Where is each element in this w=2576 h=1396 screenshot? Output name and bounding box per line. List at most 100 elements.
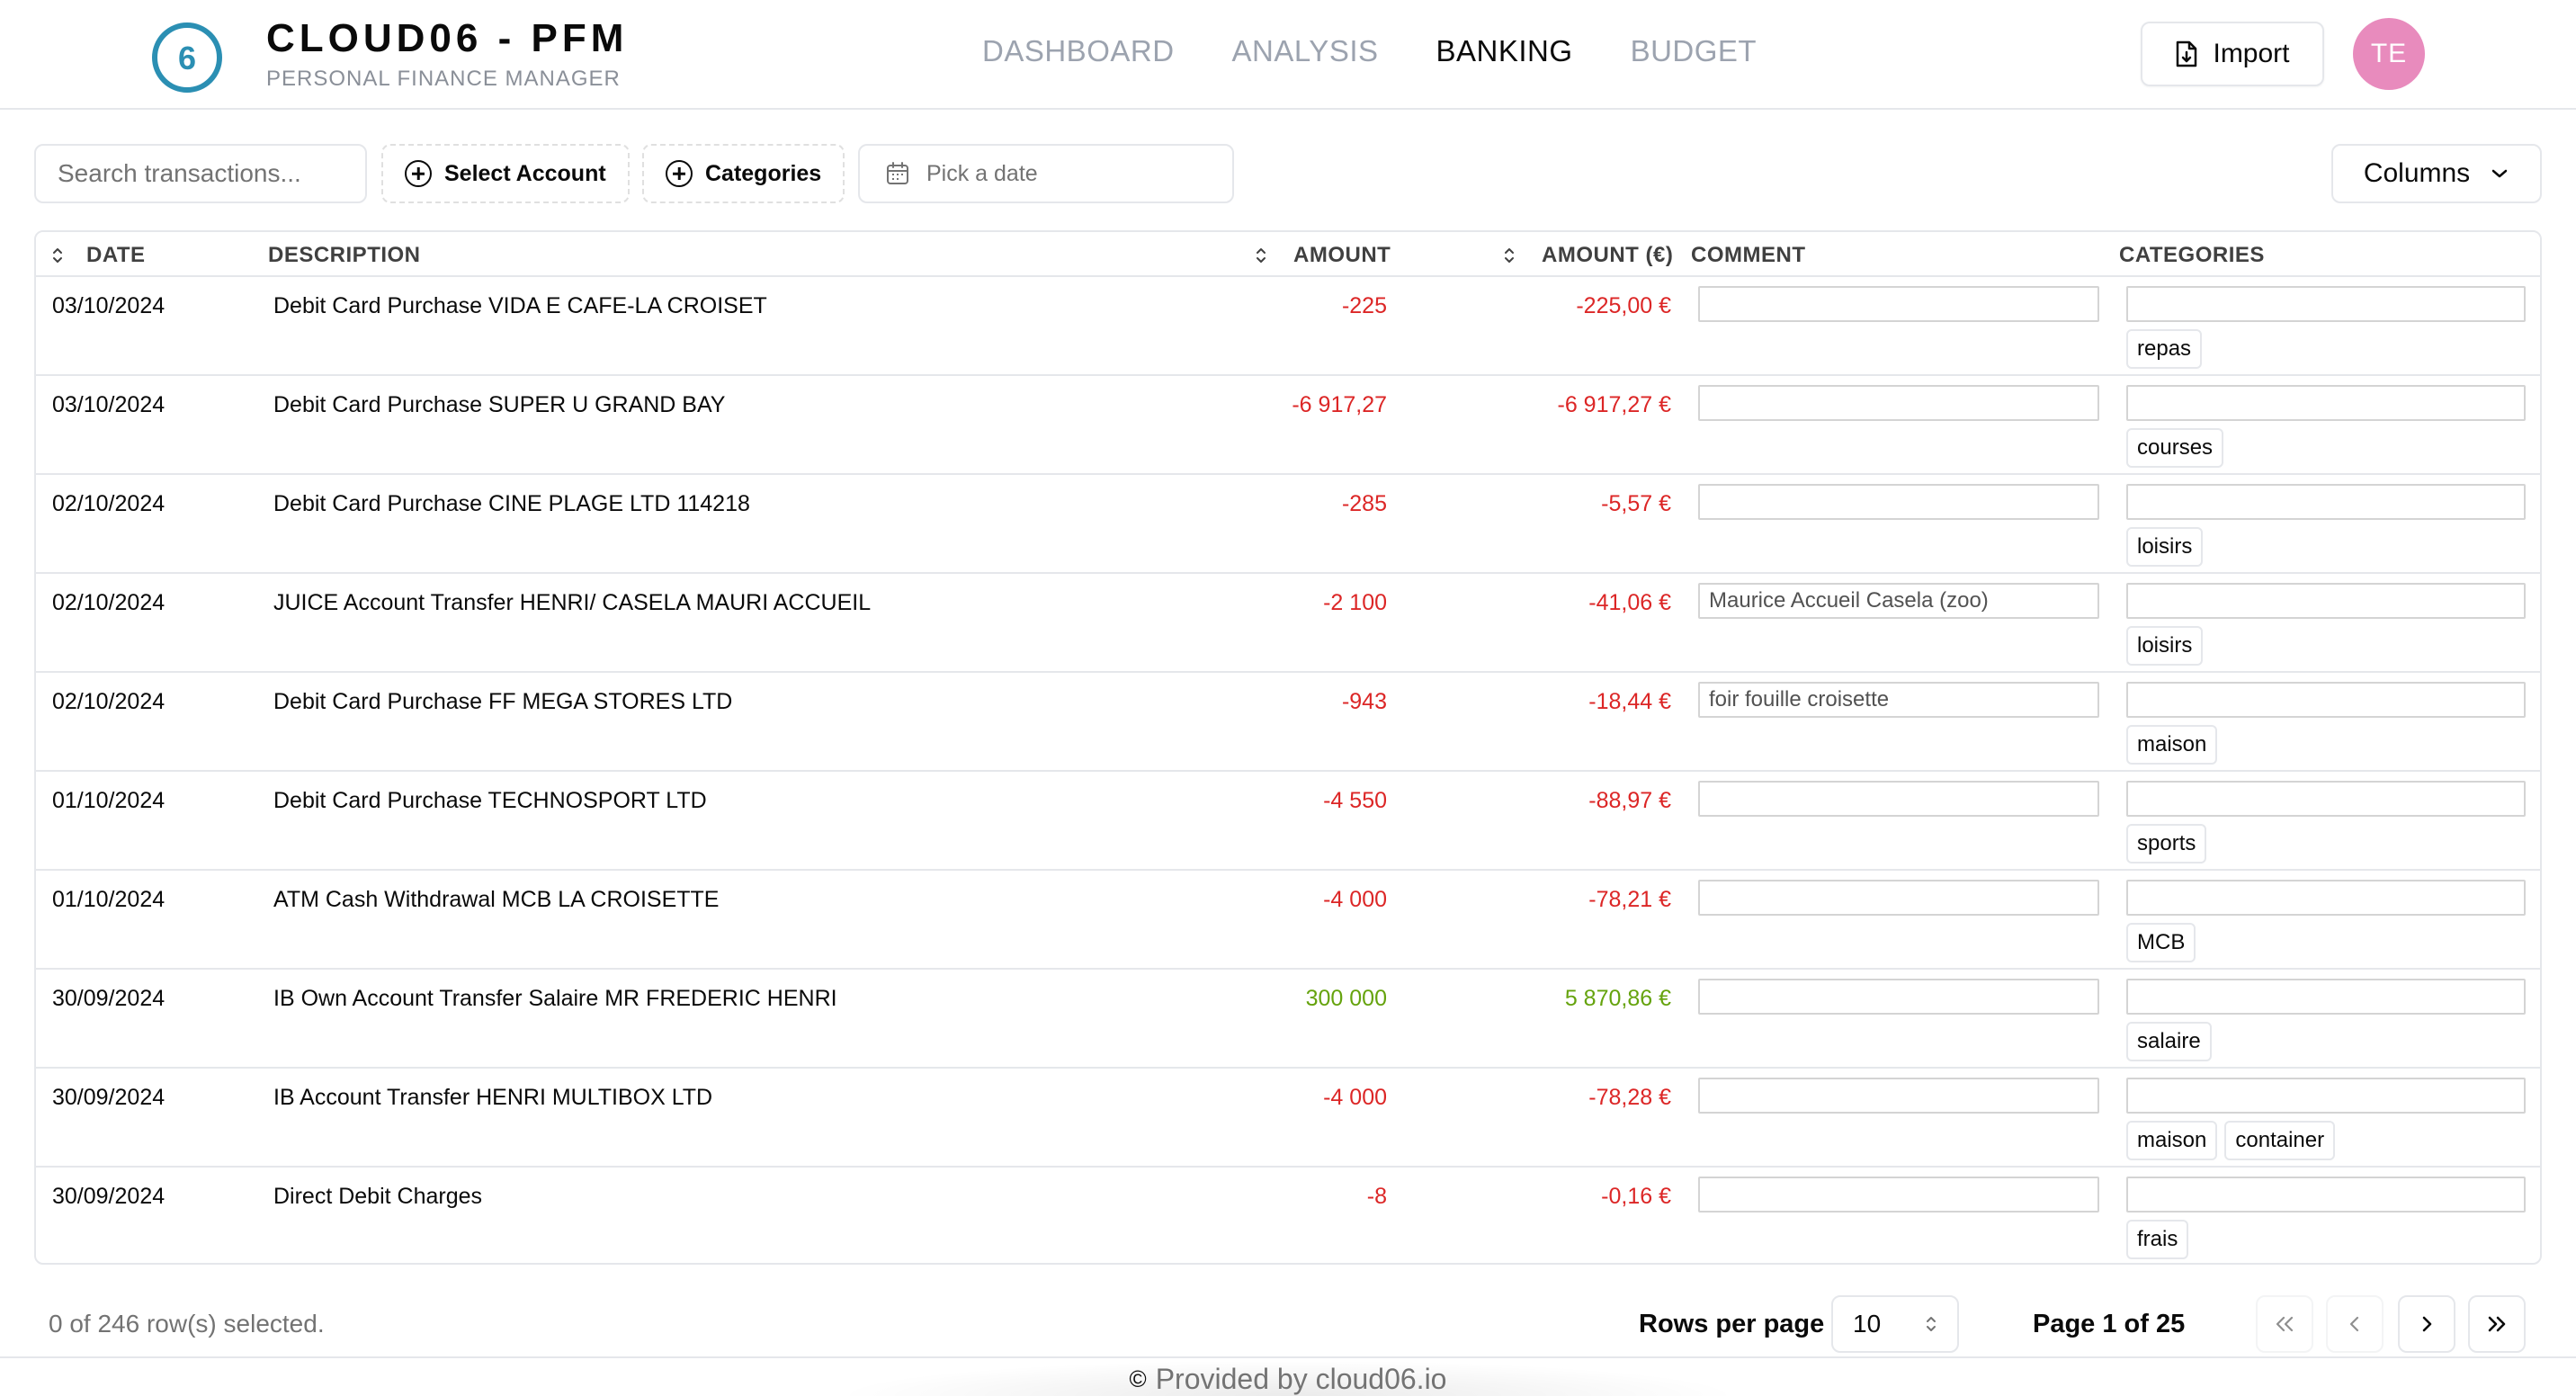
cell-amount-eur: -41,06 € [1588,590,1671,615]
cell-amount-eur: -78,28 € [1588,1085,1671,1110]
first-page-button[interactable] [2256,1295,2313,1353]
cell-amount-eur: -5,57 € [1601,491,1671,516]
cell-date: 30/09/2024 [52,986,165,1011]
select-account-button[interactable]: Select Account [381,144,630,203]
category-tags: sports [2126,824,2207,864]
table-row[interactable]: 30/09/2024 IB Own Account Transfer Salair… [36,970,2540,1069]
provided-by-footer: © Provided by cloud06.io [0,1362,2576,1396]
sort-icon[interactable] [1254,245,1268,266]
previous-page-button[interactable] [2326,1295,2384,1353]
cell-amount: -4 550 [1323,788,1387,813]
cell-date: 02/10/2024 [52,590,165,615]
cell-amount-eur: -6 917,27 € [1557,392,1672,417]
table-header: DATE DESCRIPTION AMOUNT AMOUNT (€) COMME… [36,232,2540,277]
category-tags: frais [2126,1220,2189,1259]
comment-input[interactable] [1698,880,2099,916]
category-input[interactable] [2126,880,2526,916]
category-input[interactable] [2126,1078,2526,1114]
category-tag[interactable]: frais [2126,1220,2189,1259]
table-row[interactable]: 03/10/2024 Debit Card Purchase VIDA E CAF… [36,277,2540,376]
nav-banking[interactable]: BANKING [1436,34,1573,68]
category-input[interactable] [2126,781,2526,817]
cell-date: 30/09/2024 [52,1085,165,1110]
table-row[interactable]: 01/10/2024 Debit Card Purchase TECHNOSPOR… [36,772,2540,871]
category-tag[interactable]: sports [2126,824,2207,864]
table-row[interactable]: 30/09/2024 Direct Debit Charges -8 -0,16 € f… [36,1168,2540,1263]
date-picker-placeholder: Pick a date [926,160,1038,186]
category-tag[interactable]: maison [2126,725,2218,765]
comment-input[interactable]: Maurice Accueil Casela (zoo) [1698,583,2099,619]
cell-description: Debit Card Purchase VIDA E CAFE-LA CROIS… [273,293,767,318]
category-tag[interactable]: salaire [2126,1022,2212,1061]
app-logo-icon[interactable]: 6 [149,20,225,95]
date-picker-button[interactable]: Pick a date [858,144,1234,203]
header-comment: COMMENT [1691,243,1806,267]
table-row[interactable]: 03/10/2024 Debit Card Purchase SUPER U GR… [36,376,2540,475]
next-page-button[interactable] [2398,1295,2455,1353]
cell-amount: 300 000 [1305,986,1387,1011]
category-input[interactable] [2126,583,2526,619]
header-description: DESCRIPTION [268,243,421,267]
cell-date: 03/10/2024 [52,293,165,318]
nav-dashboard[interactable]: DASHBOARD [982,34,1175,68]
header-date[interactable]: DATE [86,243,146,268]
table-row[interactable]: 02/10/2024 JUICE Account Transfer HENRI/ … [36,574,2540,673]
category-tag[interactable]: courses [2126,428,2224,468]
cell-date: 01/10/2024 [52,887,165,912]
sort-icon[interactable] [1502,245,1516,266]
category-tag[interactable]: MCB [2126,923,2196,962]
header-amount[interactable]: AMOUNT [1293,243,1391,268]
comment-input[interactable] [1698,484,2099,520]
provided-by-text[interactable]: Provided by cloud06.io [1156,1363,1447,1396]
cell-description: JUICE Account Transfer HENRI/ CASELA MAU… [273,590,872,615]
category-tag[interactable]: container [2224,1121,2336,1160]
nav-budget[interactable]: BUDGET [1631,34,1758,68]
cell-description: Direct Debit Charges [273,1184,483,1209]
app-subtitle: PERSONAL FINANCE MANAGER [266,67,621,91]
table-row[interactable]: 30/09/2024 IB Account Transfer HENRI MULT… [36,1069,2540,1168]
table-row[interactable]: 02/10/2024 Debit Card Purchase FF MEGA ST… [36,673,2540,772]
cell-description: IB Own Account Transfer Salaire MR FREDE… [273,986,837,1011]
table-row[interactable]: 02/10/2024 Debit Card Purchase CINE PLAGE… [36,475,2540,574]
user-avatar[interactable]: TE [2353,18,2425,90]
header-categories: CATEGORIES [2119,243,2265,267]
category-tag[interactable]: loisirs [2126,626,2204,666]
columns-button[interactable]: Columns [2331,144,2542,203]
comment-input[interactable]: foir fouille croisette [1698,682,2099,718]
comment-input[interactable] [1698,1078,2099,1114]
category-tag[interactable]: repas [2126,329,2203,369]
category-input[interactable] [2126,682,2526,718]
sort-icon[interactable] [50,245,65,266]
comment-input[interactable] [1698,1177,2099,1213]
rows-per-page-select[interactable]: 10 [1831,1295,1959,1353]
header-amount-eur[interactable]: AMOUNT (€) [1542,243,1673,268]
cell-amount: -4 000 [1323,887,1387,912]
category-input[interactable] [2126,484,2526,520]
comment-input[interactable] [1698,286,2099,322]
cell-amount-eur: -18,44 € [1588,689,1671,714]
search-input[interactable] [34,144,367,203]
category-input[interactable] [2126,1177,2526,1213]
comment-input[interactable] [1698,979,2099,1015]
categories-filter-button[interactable]: Categories [642,144,845,203]
comment-input[interactable] [1698,385,2099,421]
cell-description: Debit Card Purchase SUPER U GRAND BAY [273,392,726,417]
nav-analysis[interactable]: ANALYSIS [1232,34,1379,68]
cell-description: Debit Card Purchase CINE PLAGE LTD 11421… [273,491,750,516]
rows-per-page-label: Rows per page [1639,1310,1825,1338]
chevron-updown-icon [1927,1317,1936,1331]
category-input[interactable] [2126,286,2526,322]
table-row[interactable]: 01/10/2024 ATM Cash Withdrawal MCB LA CRO… [36,871,2540,970]
category-tags: courses [2126,428,2224,468]
cell-amount: -2 100 [1323,590,1387,615]
category-input[interactable] [2126,385,2526,421]
cell-description: Debit Card Purchase TECHNOSPORT LTD [273,788,707,813]
category-tag[interactable]: maison [2126,1121,2218,1160]
category-tag[interactable]: loisirs [2126,527,2204,567]
import-button[interactable]: Import [2141,22,2324,86]
transactions-table: DATE DESCRIPTION AMOUNT AMOUNT (€) COMME… [34,230,2542,1265]
chevron-left-icon [2349,1316,2359,1332]
category-input[interactable] [2126,979,2526,1015]
comment-input[interactable] [1698,781,2099,817]
last-page-button[interactable] [2468,1295,2526,1353]
